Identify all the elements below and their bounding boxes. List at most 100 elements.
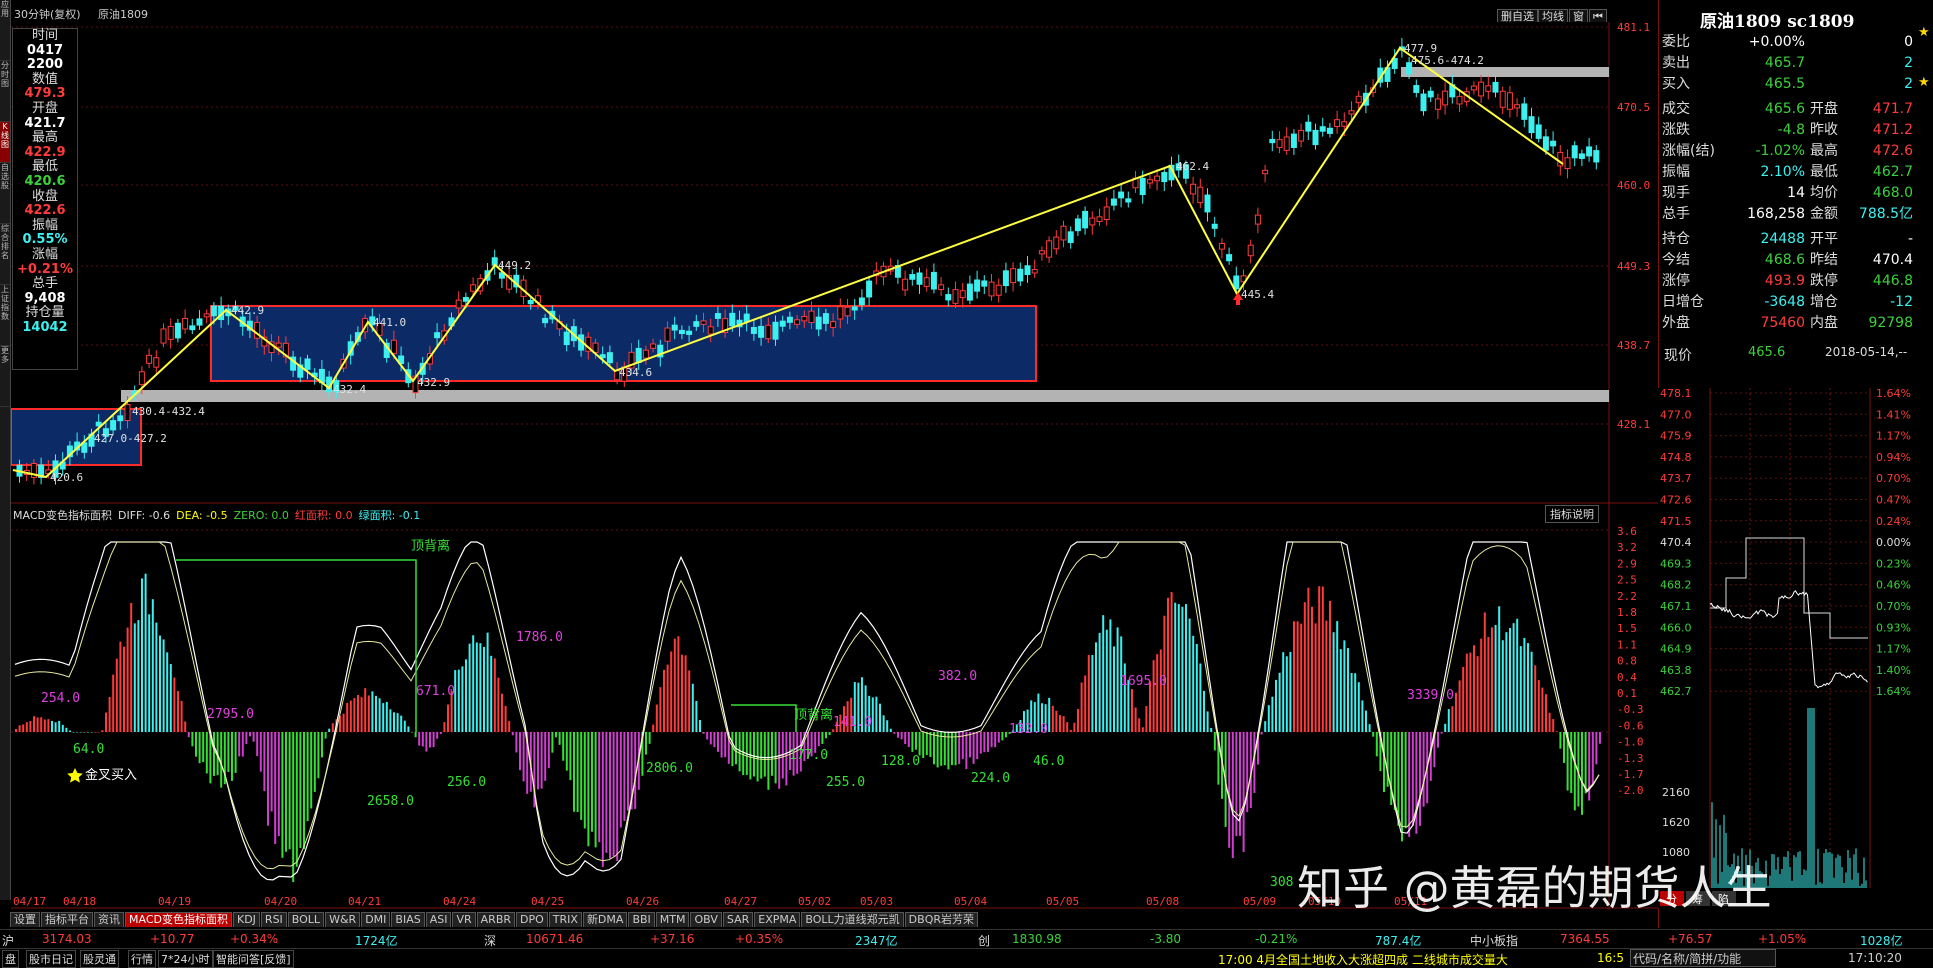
left-toolbar-item[interactable]: 上证指数 xyxy=(0,285,10,346)
indicator-explain-button[interactable]: 指标说明 xyxy=(1545,505,1599,523)
macd-bar xyxy=(346,703,348,732)
macd-bar xyxy=(1282,652,1284,732)
annotation: 445.4 xyxy=(1241,288,1274,301)
indicator-tab[interactable]: DBQR岩芳荣 xyxy=(905,912,978,927)
status-button[interactable]: 智能问答[反馈] xyxy=(213,950,294,968)
period-label[interactable]: 30分钟(复权) xyxy=(14,6,81,22)
indicator-tab[interactable]: EXPMA xyxy=(754,912,800,927)
quote-label: 日增仓 xyxy=(1662,292,1722,313)
macd-label: 1695.0 xyxy=(1120,674,1167,689)
candle-body xyxy=(1119,192,1124,198)
macd-bar xyxy=(105,713,107,732)
indicator-tab[interactable]: ARBR xyxy=(477,912,515,927)
indicator-tab[interactable]: MACD变色指标面积 xyxy=(125,912,232,927)
macd-bar xyxy=(184,722,186,732)
annotation: 442.9 xyxy=(231,304,264,317)
indicator-tab[interactable]: 指标平台 xyxy=(41,912,93,927)
macd-bar xyxy=(1401,732,1403,841)
left-toolbar-item[interactable]: 应用 xyxy=(0,0,10,61)
index-value: 1724亿 xyxy=(355,932,398,949)
macd-bar xyxy=(713,732,715,747)
candle-body xyxy=(1342,122,1347,126)
quote-label: 昨结 xyxy=(1810,250,1850,271)
indicator-tab[interactable]: BOLL xyxy=(288,912,324,927)
indicator-tab[interactable]: RSI xyxy=(261,912,287,927)
left-toolbar-item[interactable]: K线图 xyxy=(0,122,10,163)
macd-bar xyxy=(587,732,589,846)
macd-bar xyxy=(598,732,600,842)
news-ticker[interactable]: 17:00 4月全国土地收入大涨超四成 二线城市成交量大 xyxy=(1218,951,1508,968)
star-icon[interactable]: ★ xyxy=(1918,25,1930,40)
candle-body xyxy=(708,327,713,334)
macd-bar xyxy=(1117,627,1119,732)
status-button[interactable]: 7*24小时 xyxy=(158,950,213,968)
macd-bar xyxy=(44,719,46,732)
macd-header-item: 红面积: 0.0 xyxy=(295,509,353,522)
indicator-tab[interactable]: KDJ xyxy=(233,912,260,927)
kline-chart[interactable]: 477.9 475.6-474.2 462.4 449.2 442.9 441.… xyxy=(11,22,1658,912)
macd-bar xyxy=(47,719,49,732)
macd-bar xyxy=(245,732,247,744)
indicator-tab[interactable]: BOLL力道线郑元凯 xyxy=(801,912,903,927)
indicator-tab[interactable]: VR xyxy=(452,912,475,927)
info-label: 数值 xyxy=(13,73,77,88)
macd-bar xyxy=(1473,645,1475,732)
macd-bar xyxy=(1246,732,1248,812)
macd-bar xyxy=(454,670,456,732)
left-toolbar-item[interactable]: 分时图 xyxy=(0,61,10,122)
macd-bar xyxy=(1455,693,1457,732)
macd-bar xyxy=(739,732,741,771)
macd-bar xyxy=(69,731,71,732)
star-icon[interactable]: ★ xyxy=(1918,75,1930,90)
status-button[interactable]: 股灵通 xyxy=(80,950,119,968)
macd-bar xyxy=(1336,621,1338,732)
indicator-tab[interactable]: W&R xyxy=(325,912,360,927)
macd-bar xyxy=(721,732,723,757)
left-toolbar-item[interactable]: 综合排名 xyxy=(0,224,10,285)
indicator-tab[interactable]: BIAS xyxy=(391,912,424,927)
pct-axis-label: 1.64% xyxy=(1876,388,1911,400)
macd-bar xyxy=(249,732,251,736)
macd-bar xyxy=(440,732,442,734)
macd-bar xyxy=(1444,724,1446,732)
macd-bar xyxy=(494,658,496,732)
indicator-tab[interactable]: TRIX xyxy=(549,912,582,927)
macd-bar xyxy=(19,725,21,732)
annotation: 462.4 xyxy=(1176,160,1209,173)
indicator-tab[interactable]: 新DMA xyxy=(583,912,628,927)
indicator-tab[interactable]: ASI xyxy=(426,912,452,927)
macd-bar xyxy=(1160,649,1162,732)
quote-label: 涨幅(结) xyxy=(1662,141,1722,162)
quote-label: 增仓 xyxy=(1810,292,1850,313)
indicator-tab[interactable]: 设置 xyxy=(10,912,40,927)
macd-bar xyxy=(425,732,427,752)
indicator-tab[interactable]: 资讯 xyxy=(94,912,124,927)
macd-bar xyxy=(1351,673,1353,732)
macd-bar xyxy=(1048,698,1050,732)
macd-axis-label: -1.3 xyxy=(1617,752,1644,765)
intraday-chart[interactable]: 478.1 1.64% 477.0 1.41% 475.9 1.17% 474.8 0.94%… xyxy=(1658,388,1933,908)
candle-body xyxy=(1522,104,1527,119)
quote-label: 最高 xyxy=(1810,141,1850,162)
status-button[interactable]: 盘 xyxy=(2,950,19,968)
macd-header-item: 绿面积: -0.1 xyxy=(359,509,421,522)
info-value: 14042 xyxy=(13,321,77,336)
macd-bar xyxy=(1531,652,1533,732)
status-button[interactable]: 股市日记 xyxy=(26,950,76,968)
minute-axis-label: 468.2 xyxy=(1660,579,1692,592)
macd-bar xyxy=(523,732,525,781)
candle-body xyxy=(456,300,461,308)
indicator-tab[interactable]: OBV xyxy=(690,912,721,927)
macd-bar xyxy=(289,732,291,849)
left-toolbar-item[interactable]: 自选股 xyxy=(0,163,10,224)
macd-bar xyxy=(915,732,917,750)
indicator-tab[interactable]: DMI xyxy=(361,912,390,927)
indicator-tab[interactable]: DPO xyxy=(516,912,548,927)
macd-header-item: MACD变色指标面积 xyxy=(13,509,112,522)
search-input[interactable]: 代码/名称/简拼/功能 xyxy=(1630,949,1776,967)
indicator-tab[interactable]: SAR xyxy=(723,912,753,927)
left-toolbar-item[interactable]: 更多 xyxy=(0,346,10,407)
status-button[interactable]: 行情 xyxy=(128,950,156,968)
indicator-tab[interactable]: MTM xyxy=(656,912,690,927)
indicator-tab[interactable]: BBI xyxy=(628,912,654,927)
